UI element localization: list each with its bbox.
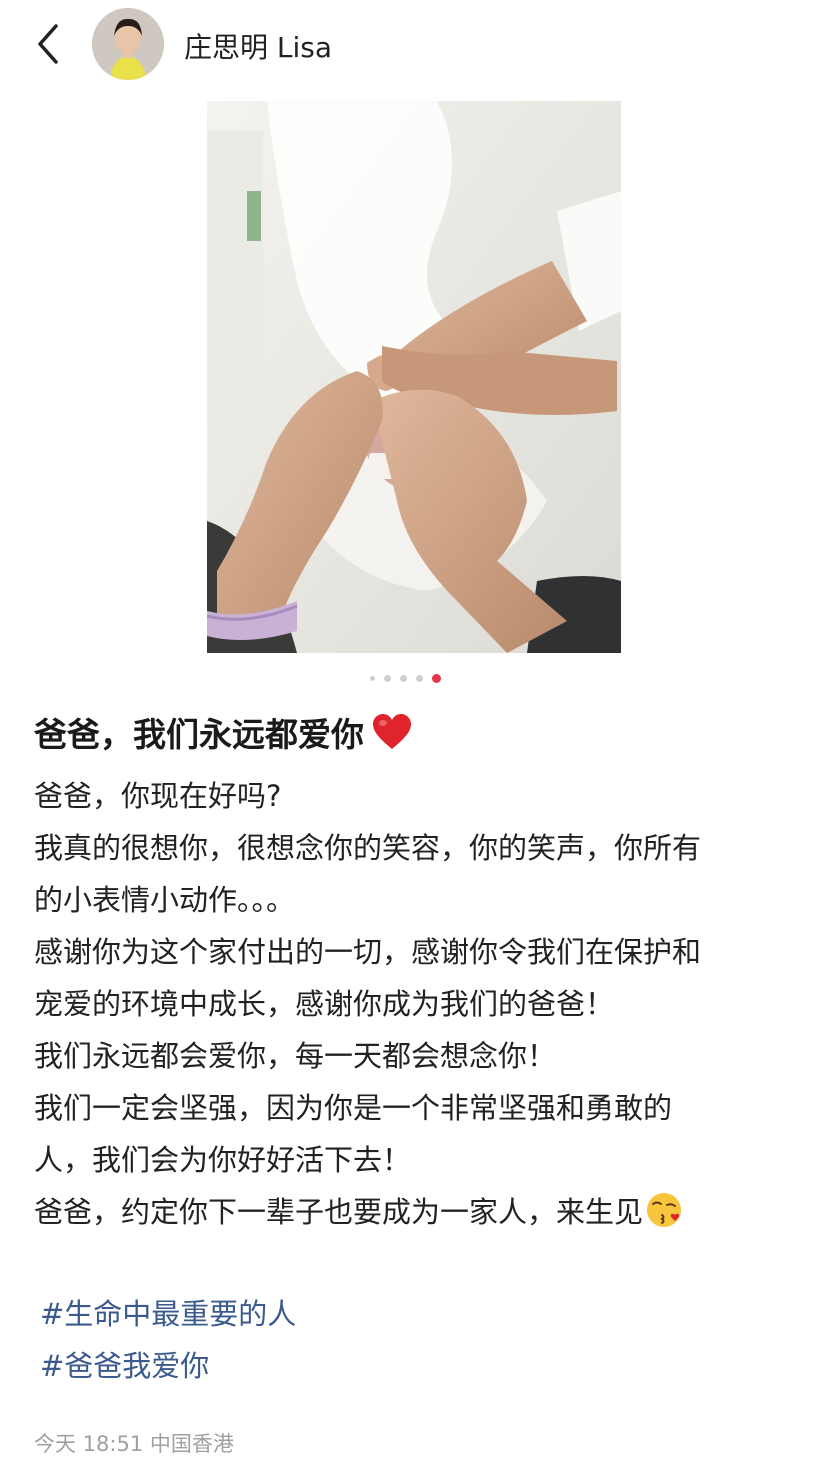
back-button[interactable]: [30, 22, 70, 66]
post-body: 爸爸，你现在好吗? 我真的很想你，很想念你的笑容，你的笑声，你所有 的小表情小动…: [34, 770, 794, 1238]
post-header: 庄思明 Lisa: [0, 0, 828, 92]
carousel-dot[interactable]: [370, 675, 375, 681]
post-photo[interactable]: [207, 101, 621, 653]
hashtag-link[interactable]: #生命中最重要的人: [40, 1288, 296, 1340]
post-body-line: 我真的很想你，很想念你的笑容，你的笑声，你所有: [34, 831, 702, 865]
post-title: 爸爸，我们永远都爱你: [34, 708, 412, 756]
avatar[interactable]: [92, 8, 164, 80]
post-body-line: 人，我们会为你好好活下去！: [34, 1143, 412, 1177]
carousel-dot[interactable]: [384, 674, 391, 682]
post-body-line: 感谢你为这个家付出的一切，感谢你令我们在保护和: [34, 935, 702, 969]
username[interactable]: 庄思明 Lisa: [184, 26, 332, 66]
post-body-line-last: 爸爸，约定你下一辈子也要成为一家人，来生见: [34, 1186, 794, 1238]
carousel-dot[interactable]: [400, 674, 407, 682]
carousel-indicator[interactable]: [370, 673, 441, 683]
post-body-line: 我们永远都会爱你，每一天都会想念你！: [34, 1039, 557, 1073]
red-heart-icon: [373, 714, 411, 749]
post-title-text: 爸爸，我们永远都爱你: [34, 715, 364, 754]
kissing-face-icon: [647, 1193, 682, 1227]
carousel-dot[interactable]: [416, 674, 423, 682]
carousel-dot-active[interactable]: [432, 673, 441, 683]
post-timestamp: 今天 18:51 中国香港: [34, 1432, 234, 1456]
post-body-line: 爸爸，你现在好吗?: [34, 779, 282, 813]
post-body-line: 的小表情小动作。。。: [34, 883, 296, 917]
chevron-left-icon: [38, 24, 58, 64]
post-body-line: 宠爱的环境中成长，感谢你成为我们的爸爸！: [34, 987, 615, 1021]
hashtag-list: #生命中最重要的人 #爸爸我爱你: [40, 1288, 296, 1392]
hashtag-link[interactable]: #爸爸我爱你: [40, 1340, 296, 1392]
post-body-line: 我们一定会坚强，因为你是一个非常坚强和勇敢的: [34, 1091, 673, 1125]
post-body-line-text: 爸爸，约定你下一辈子也要成为一家人，来生见: [34, 1195, 644, 1229]
